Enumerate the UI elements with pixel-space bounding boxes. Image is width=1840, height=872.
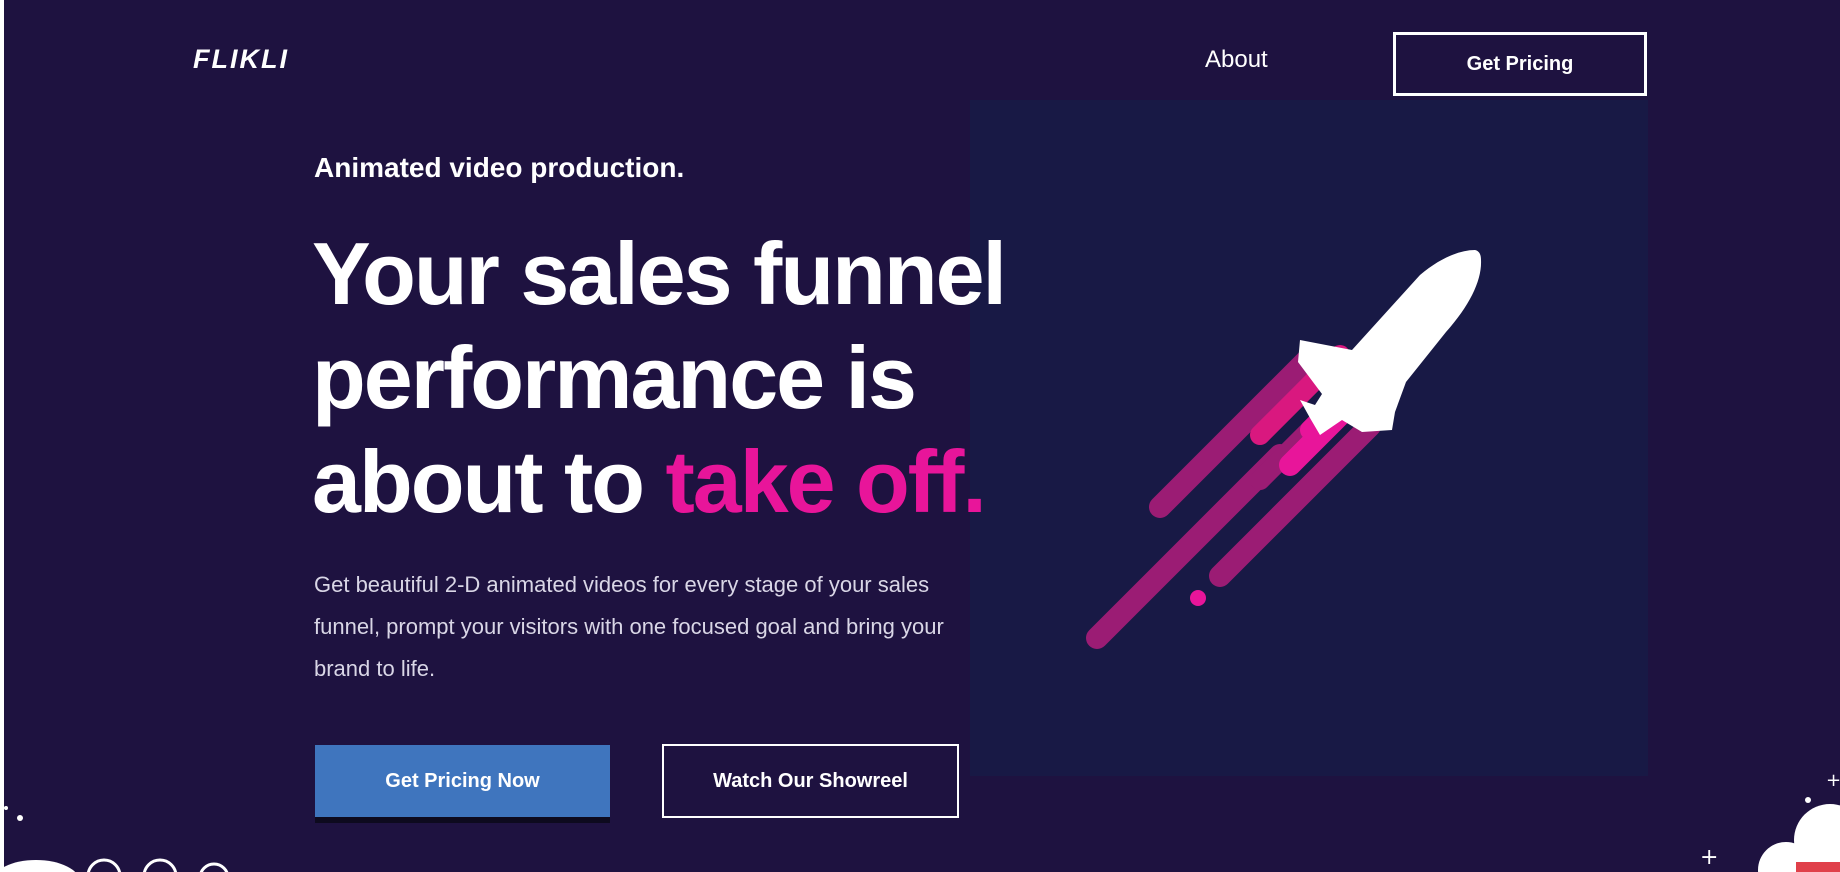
get-pricing-now-button[interactable]: Get Pricing Now [315,745,610,817]
logo[interactable]: FLIKLI [193,44,289,75]
hero-headline: Your sales funnel performance is about t… [312,222,1012,534]
svg-text:+: + [1826,770,1840,791]
hero-eyebrow: Animated video production. [314,152,685,183]
hero-description: Get beautiful 2-D animated videos for ev… [314,572,944,681]
get-pricing-button[interactable]: Get Pricing [1393,32,1647,96]
cloud-icon-right: + + [1700,770,1840,872]
landing-page: FLIKLI About Get Pricing Animated video … [0,0,1840,872]
nav-about-link[interactable]: About [1205,46,1268,74]
headline-accent: take off. [665,432,986,531]
window-edge [0,0,4,872]
watch-showreel-button[interactable]: Watch Our Showreel [662,744,959,818]
svg-text:+: + [1700,845,1718,870]
rocket-illustration [970,100,1648,776]
cloud-icon [0,806,229,872]
rocket-icon [1086,250,1482,649]
